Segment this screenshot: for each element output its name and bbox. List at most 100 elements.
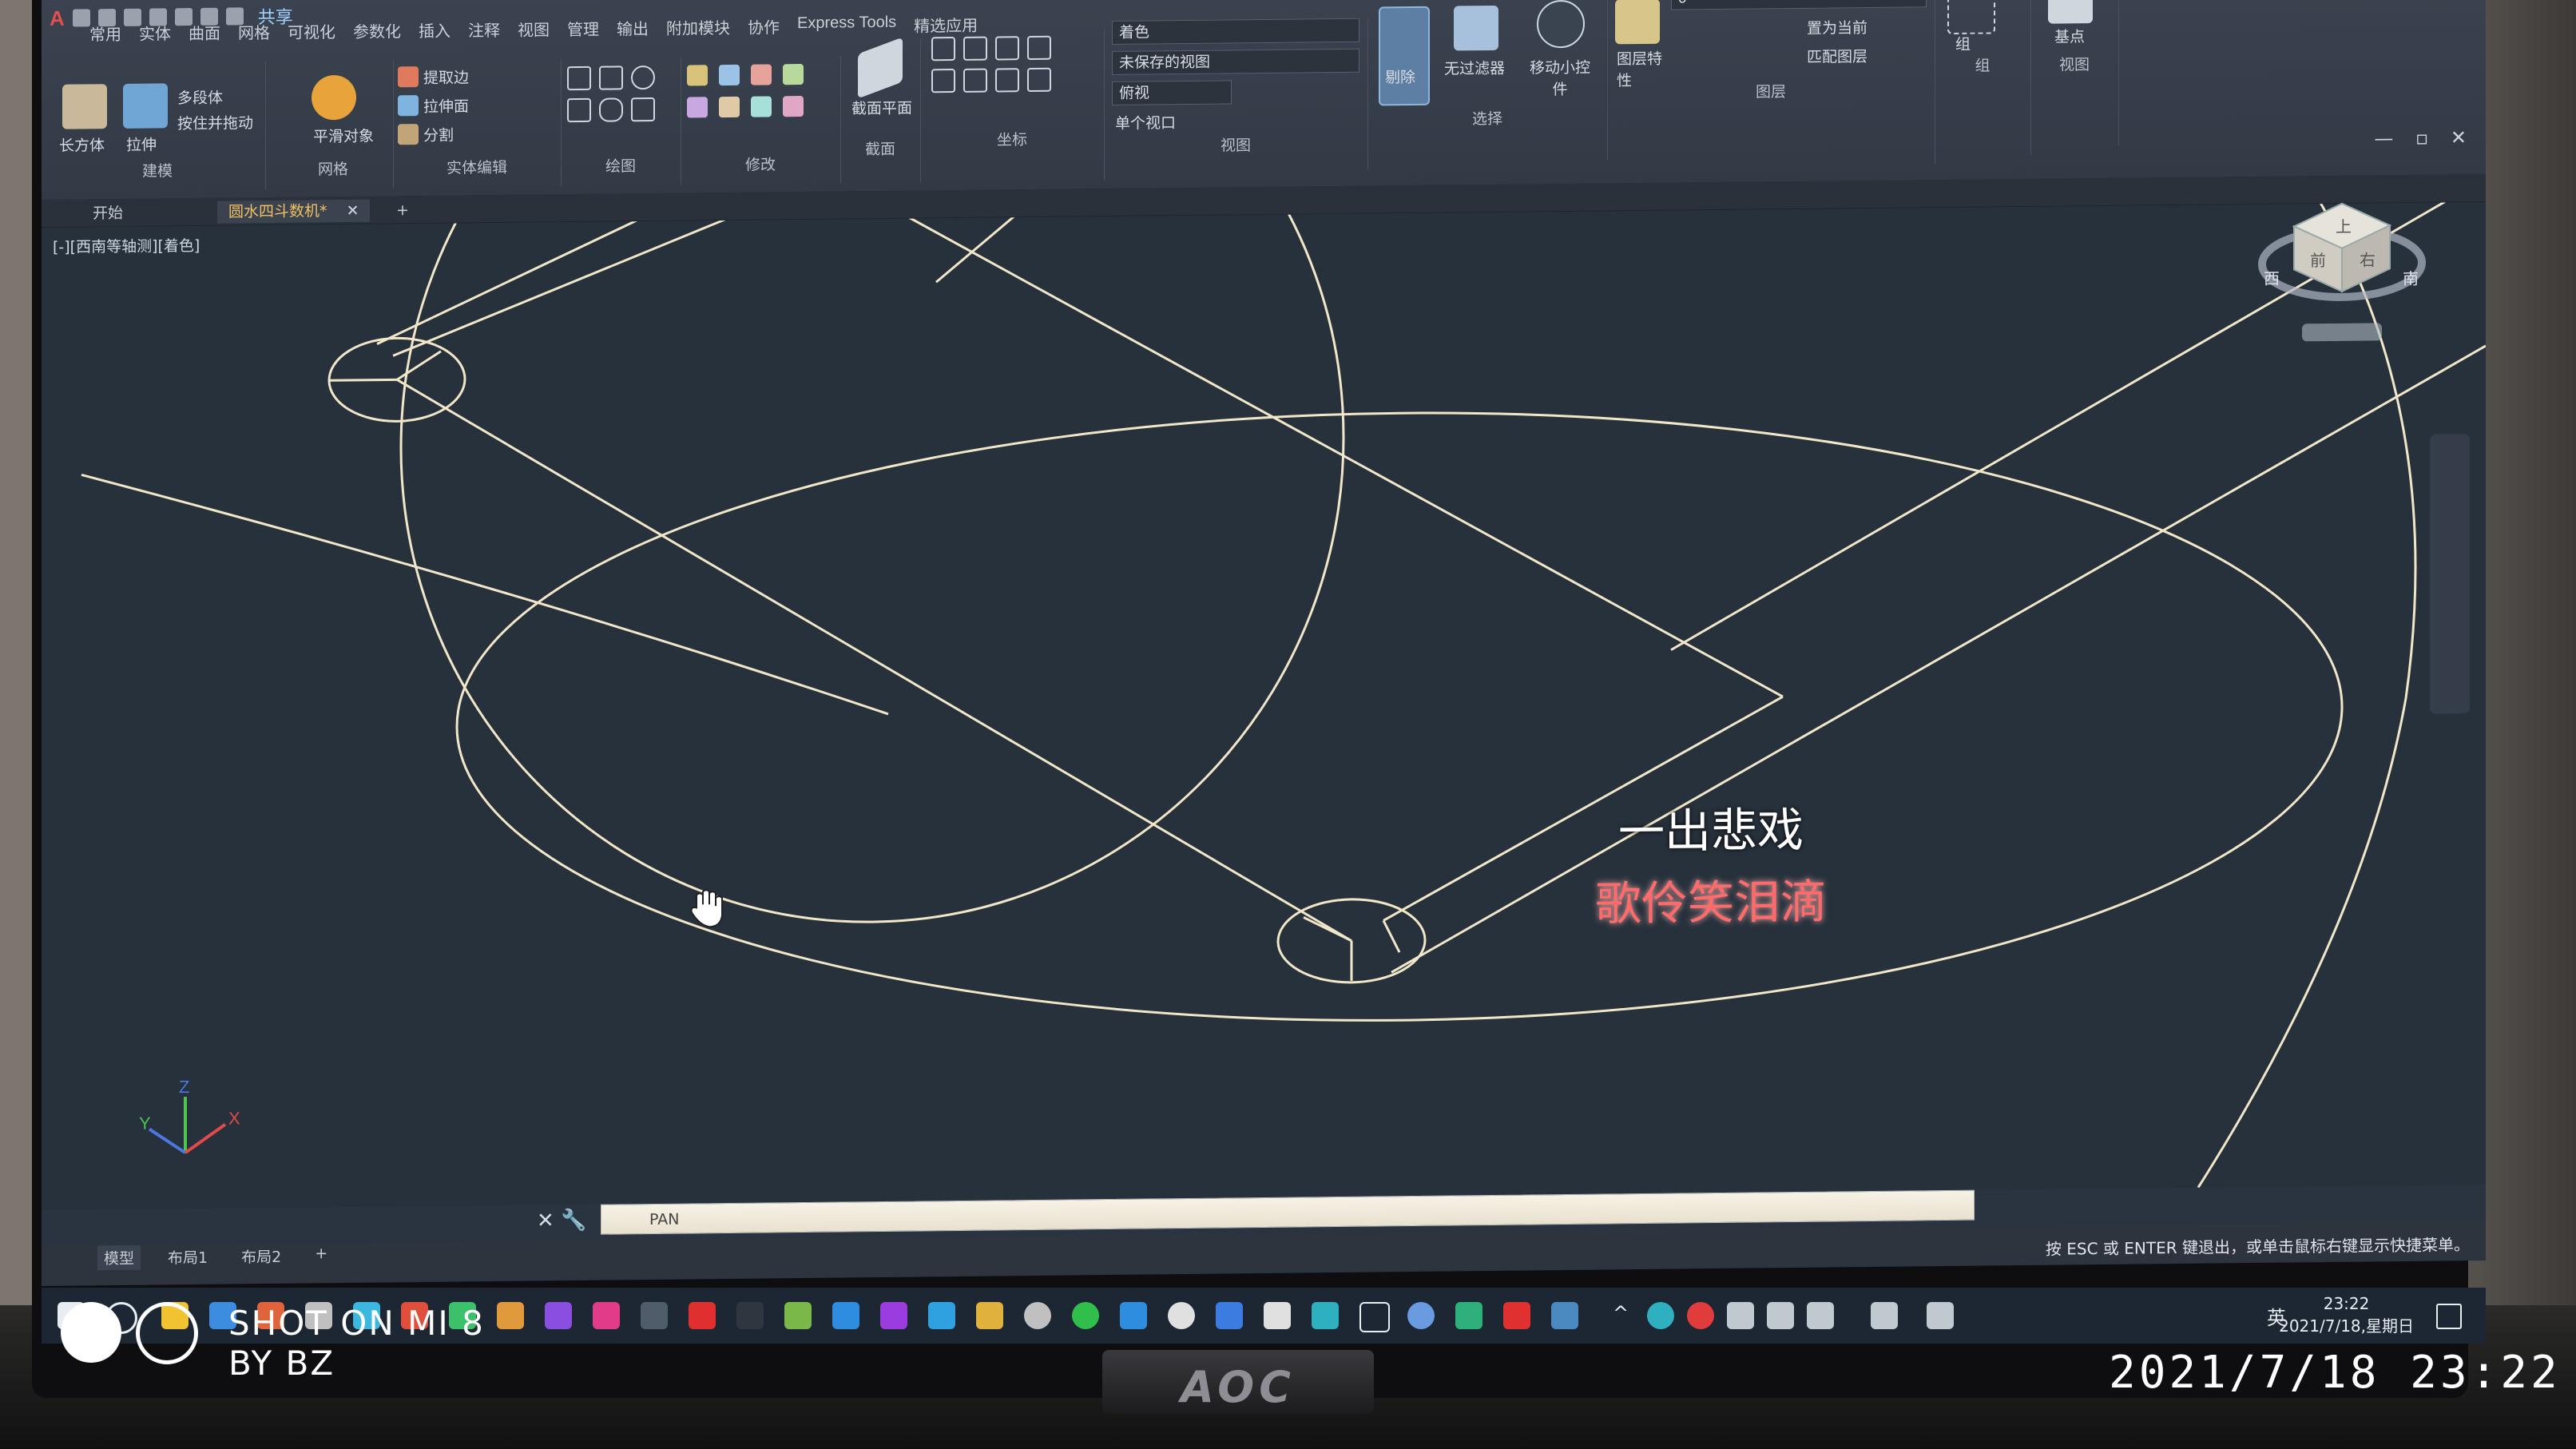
split-button[interactable]: 分割 [423,124,454,145]
tab-layout1[interactable]: 布局1 [161,1245,214,1270]
line-icon[interactable] [599,66,623,90]
app-icon-29[interactable] [1455,1302,1482,1329]
taskbar-clock[interactable]: 23:22 2021/7/18,星期日 [2279,1292,2414,1337]
tab-current-drawing[interactable]: 圆水四斗数机* ✕ [217,199,371,224]
app-icon-16[interactable] [832,1302,859,1329]
layer-dropdown[interactable]: 0 [1671,0,1927,10]
app-icon-27[interactable] [1359,1302,1390,1332]
match-layer-button[interactable]: 匹配图层 [1807,45,1868,67]
tab-model[interactable]: 模型 [97,1245,141,1271]
circle-icon[interactable] [631,65,655,90]
tray-chevron-icon[interactable]: ^ [1607,1302,1634,1329]
presspull-button[interactable]: 按住并拖动 [177,111,253,133]
app-icon-11[interactable] [593,1302,620,1329]
drawing-canvas[interactable]: Z Y X [42,201,2486,1210]
tab-parametric[interactable]: 参数化 [353,18,401,42]
saved-view-dropdown[interactable]: 未保存的视图 [1112,48,1359,75]
polyline-icon[interactable] [567,66,591,91]
move-icon[interactable] [687,65,708,86]
app-icon-20[interactable] [1024,1302,1051,1329]
app-icon-22[interactable] [1120,1302,1147,1329]
ucs-3point-icon[interactable] [1027,67,1051,93]
split-icon[interactable] [398,124,419,145]
tab-home[interactable]: 常用 [89,22,121,45]
viewport-controls-label[interactable]: [-][西南等轴测][着色] [53,234,200,257]
base-point-icon[interactable] [2048,0,2093,24]
rotate-icon[interactable] [719,64,740,86]
tab-collaborate[interactable]: 协作 [748,14,780,38]
tab-surface[interactable]: 曲面 [189,21,220,44]
scale-icon[interactable] [751,96,772,117]
rectangle-icon[interactable] [567,97,591,123]
array-icon[interactable] [783,96,804,117]
tab-addins[interactable]: 附加模块 [666,15,730,39]
new-file-icon[interactable] [72,9,90,27]
autocad-taskbar-icon[interactable] [1503,1302,1530,1329]
viewport-window-buttons[interactable]: — ▫ ✕ [2374,126,2475,149]
layer-properties-icon[interactable] [1615,0,1660,45]
tray-icon-2[interactable] [1687,1302,1714,1329]
navigation-bar[interactable] [2430,434,2470,714]
tray-icon-1[interactable] [1647,1302,1674,1329]
smooth-object-icon[interactable] [312,74,356,121]
visual-studio-icon[interactable] [545,1302,572,1329]
app-icon-18[interactable] [928,1302,955,1329]
extract-edges-icon[interactable] [398,66,419,88]
ucs-origin-icon[interactable] [963,68,987,93]
ucs-world-icon[interactable] [963,36,987,61]
terminal-icon[interactable] [736,1302,764,1329]
culling-icon[interactable] [1379,6,1430,106]
notification-icon[interactable] [2436,1304,2462,1329]
command-line-controls[interactable]: ✕ 🔧 [537,1209,586,1233]
extrude-faces-button[interactable]: 拉伸面 [423,94,469,117]
polysolid-button[interactable]: 多段体 [177,86,223,109]
tray-icon-3[interactable] [1727,1302,1754,1329]
ucs-z-icon[interactable] [931,69,955,93]
app-icon-28[interactable] [1407,1302,1435,1329]
fillet-icon[interactable] [719,96,740,118]
section-plane-icon[interactable] [858,37,903,99]
app-icon-19[interactable] [976,1302,1003,1329]
drawing-viewport[interactable]: Z Y X [-][西南等轴测][着色] — ▫ ✕ 上 前 右 西 南 一出悲… [42,126,2486,1210]
tab-start[interactable]: 开始 [81,202,134,225]
app-icon-9[interactable] [497,1302,524,1329]
group-icon[interactable] [1947,0,1995,35]
ucs-y-icon[interactable] [1027,35,1051,61]
typora-icon[interactable] [1264,1302,1291,1329]
autocad-app-icon[interactable]: A [50,6,65,30]
tab-insert[interactable]: 插入 [419,18,451,42]
notes-icon[interactable] [784,1302,812,1329]
trim-icon[interactable] [751,64,772,85]
view-direction-dropdown[interactable]: 俯视 [1112,80,1232,105]
tab-layout2[interactable]: 布局2 [235,1244,288,1269]
ellipse-icon[interactable] [599,97,623,122]
new-tab-button[interactable]: + [385,199,420,221]
viewcube[interactable]: 上 前 右 西 南 [2246,187,2438,373]
viewport-config-button[interactable]: 单个视口 [1115,111,1176,133]
app-icon-24[interactable] [1216,1302,1243,1329]
move-gizmo-icon[interactable] [1537,0,1585,49]
app-icon-23[interactable] [1168,1302,1195,1329]
arc-icon[interactable] [631,97,655,122]
tab-solid[interactable]: 实体 [139,21,171,44]
ucs-x-icon[interactable] [995,36,1019,61]
tab-mesh[interactable]: 网格 [238,20,270,43]
tab-annotate[interactable]: 注释 [468,18,500,41]
visual-style-dropdown[interactable]: 着色 [1112,18,1359,45]
close-command-icon[interactable]: ✕ [537,1209,554,1233]
netease-music-icon[interactable] [689,1302,716,1329]
tab-manage[interactable]: 管理 [567,17,599,40]
mirror-icon[interactable] [687,97,708,118]
tab-output[interactable]: 输出 [617,16,649,39]
close-tab-icon[interactable]: ✕ [347,202,359,220]
no-filter-icon[interactable] [1454,5,1498,51]
ucs-view-icon[interactable] [995,68,1019,93]
pen-icon[interactable] [1871,1302,1898,1329]
volume-icon[interactable] [1807,1302,1834,1329]
keyboard-icon[interactable] [1927,1302,1954,1329]
extract-edges-button[interactable]: 提取边 [423,66,469,88]
app-icon-26[interactable] [1312,1302,1339,1329]
tab-visualize[interactable]: 可视化 [288,19,335,43]
app-icon-21[interactable] [1072,1302,1099,1329]
network-icon[interactable] [1767,1302,1794,1329]
